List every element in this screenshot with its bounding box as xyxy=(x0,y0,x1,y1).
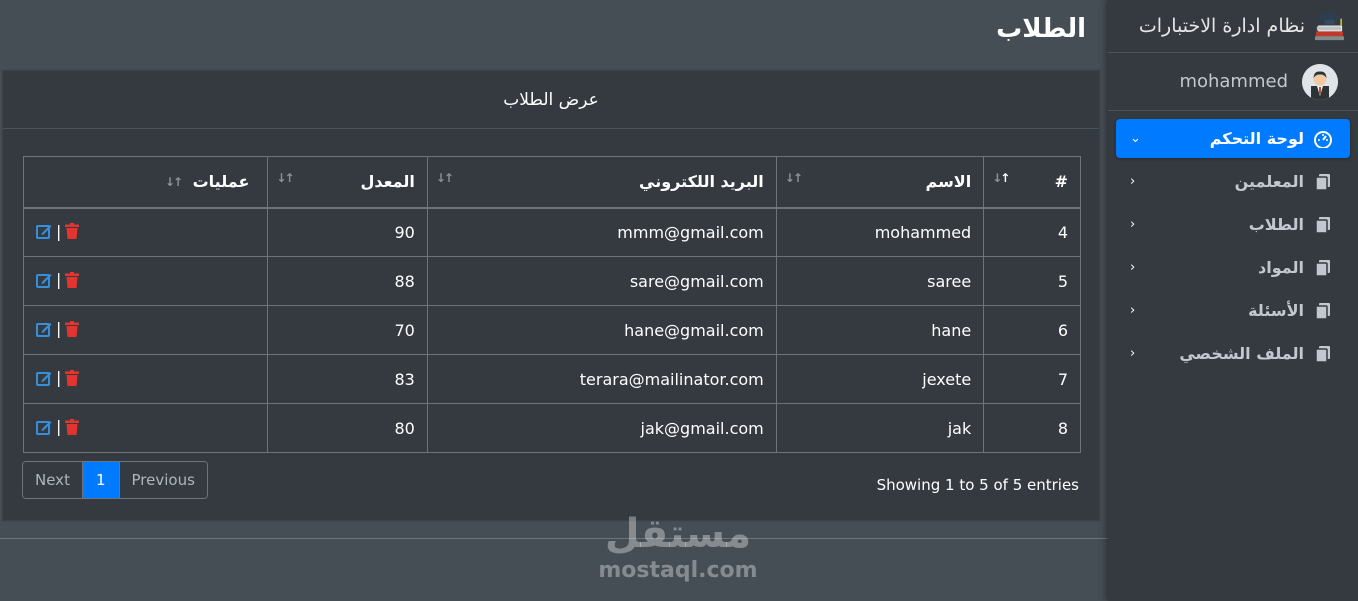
cell-id: 4 xyxy=(983,207,1081,257)
sidebar-item-subjects[interactable]: المواد ‹ xyxy=(1116,248,1350,287)
chevron-left-icon: ‹ xyxy=(1130,217,1136,232)
sidebar-item-label: الطلاب xyxy=(1248,215,1304,234)
sort-asc-icon: ↑↓ xyxy=(992,171,1010,185)
next-page-button[interactable]: Next xyxy=(23,462,83,498)
content-wrapper: الطلاب عرض الطلاب # ↑↓ الاسم ↑↓ البريد ا… xyxy=(0,0,1108,539)
separator: | xyxy=(56,368,62,388)
sort-icon: ↑↓ xyxy=(435,171,454,185)
chevron-left-icon: ‹ xyxy=(1130,260,1136,275)
copy-icon xyxy=(1314,302,1332,320)
cell-id: 8 xyxy=(983,403,1081,453)
cell-name: hane xyxy=(775,305,985,355)
edit-icon[interactable] xyxy=(36,223,52,239)
sidebar-item-profile[interactable]: الملف الشخصي ‹ xyxy=(1116,334,1350,373)
trash-icon[interactable] xyxy=(65,418,80,435)
separator: | xyxy=(56,417,62,437)
sort-icon: ↑↓ xyxy=(784,171,803,185)
cell-average: 88 xyxy=(267,256,428,306)
sort-icon: ↑↓ xyxy=(276,171,294,185)
cell-average: 70 xyxy=(267,305,428,355)
sidebar-item-questions[interactable]: الأسئلة ‹ xyxy=(1116,291,1350,330)
table-header-row: # ↑↓ الاسم ↑↓ البريد اللكتروني ↑↓ المعدل… xyxy=(22,156,1081,209)
edit-icon[interactable] xyxy=(36,321,52,337)
chevron-left-icon: ‹ xyxy=(1130,303,1136,318)
books-graduation-cap-icon xyxy=(1314,11,1345,40)
sidebar-item-label: الأسئلة xyxy=(1248,301,1304,320)
separator: | xyxy=(56,270,62,290)
cell-actions: | xyxy=(22,256,269,306)
cell-actions: | xyxy=(22,305,269,355)
sort-icon: ↑↓ xyxy=(164,175,183,190)
cell-name: mohammed xyxy=(775,207,985,257)
edit-icon[interactable] xyxy=(36,370,52,386)
watermark-latin: mostaql.com xyxy=(598,558,758,583)
brand-title: نظام ادارة الاختبارات xyxy=(1138,15,1305,37)
previous-page-button[interactable]: Previous xyxy=(119,462,207,498)
copy-icon xyxy=(1314,173,1332,191)
cell-email: hane@gmail.com xyxy=(426,305,777,355)
separator: | xyxy=(56,319,62,339)
column-header-name[interactable]: الاسم ↑↓ xyxy=(775,156,985,209)
table-row: 7 jexete terara@mailinator.com 83 | xyxy=(22,354,1081,404)
trash-icon[interactable] xyxy=(65,320,80,337)
user-name: mohammed xyxy=(1179,71,1288,92)
column-header-average[interactable]: المعدل ↑↓ xyxy=(267,156,428,209)
cell-average: 83 xyxy=(267,354,428,404)
avatar xyxy=(1302,63,1338,100)
cell-email: sare@gmail.com xyxy=(426,256,777,306)
chevron-left-icon: ‹ xyxy=(1130,174,1136,189)
sidebar-nav: لوحة التحكم ⌄ المعلمين ‹ الطلاب ‹ المواد ‹ الأسئ… xyxy=(1108,111,1358,373)
sidebar-item-label: المواد xyxy=(1258,258,1304,277)
sidebar-item-teachers[interactable]: المعلمين ‹ xyxy=(1116,162,1350,201)
dashboard-icon xyxy=(1314,130,1332,148)
cell-name: jak xyxy=(775,403,985,453)
page-title: الطلاب xyxy=(996,14,1086,44)
cell-actions: | xyxy=(22,403,269,453)
column-header-id[interactable]: # ↑↓ xyxy=(983,156,1081,209)
column-header-email[interactable]: البريد اللكتروني ↑↓ xyxy=(426,156,777,209)
page-1-button[interactable]: 1 xyxy=(82,462,120,498)
students-card: عرض الطلاب # ↑↓ الاسم ↑↓ البريد اللكترون… xyxy=(2,70,1100,521)
trash-icon[interactable] xyxy=(65,271,80,288)
sidebar-item-label: لوحة التحكم xyxy=(1209,129,1304,148)
card-title: عرض الطلاب xyxy=(3,71,1099,129)
trash-icon[interactable] xyxy=(65,369,80,386)
table-row: 8 jak jak@gmail.com 80 | xyxy=(22,403,1081,453)
cell-id: 5 xyxy=(983,256,1081,306)
cell-id: 6 xyxy=(983,305,1081,355)
sidebar: نظام ادارة الاختبارات mohammed لوحة التح… xyxy=(1108,0,1358,601)
separator: | xyxy=(56,221,62,241)
brand-link[interactable]: نظام ادارة الاختبارات xyxy=(1108,0,1358,53)
table-row: 6 hane hane@gmail.com 70 | xyxy=(22,305,1081,355)
table-row: 5 saree sare@gmail.com 88 | xyxy=(22,256,1081,306)
copy-icon xyxy=(1314,345,1332,363)
cell-email: jak@gmail.com xyxy=(426,403,777,453)
trash-icon[interactable] xyxy=(65,223,80,239)
cell-name: jexete xyxy=(775,354,985,404)
cell-name: saree xyxy=(775,256,985,306)
sidebar-item-label: المعلمين xyxy=(1234,172,1304,191)
table-row: 4 mohammed mmm@gmail.com 90 | xyxy=(22,207,1081,257)
copy-icon xyxy=(1314,216,1332,234)
students-table: # ↑↓ الاسم ↑↓ البريد اللكتروني ↑↓ المعدل… xyxy=(22,156,1081,453)
user-panel[interactable]: mohammed xyxy=(1108,53,1358,111)
pagination: Next 1 Previous xyxy=(22,461,208,499)
cell-average: 90 xyxy=(267,207,428,257)
cell-average: 80 xyxy=(267,403,428,453)
column-header-actions[interactable]: عمليات ↑↓ xyxy=(22,156,269,209)
edit-icon[interactable] xyxy=(36,419,52,435)
cell-id: 7 xyxy=(983,354,1081,404)
chevron-down-icon: ⌄ xyxy=(1130,131,1141,146)
copy-icon xyxy=(1314,259,1332,277)
cell-actions: | xyxy=(22,207,269,257)
cell-email: terara@mailinator.com xyxy=(426,354,777,404)
entries-info: Showing 1 to 5 of 5 entries xyxy=(876,476,1079,494)
chevron-left-icon: ‹ xyxy=(1130,346,1136,361)
sidebar-item-students[interactable]: الطلاب ‹ xyxy=(1116,205,1350,244)
cell-actions: | xyxy=(22,354,269,404)
sidebar-item-label: الملف الشخصي xyxy=(1179,344,1304,363)
sidebar-item-dashboard[interactable]: لوحة التحكم ⌄ xyxy=(1116,119,1350,158)
edit-icon[interactable] xyxy=(36,272,52,288)
cell-email: mmm@gmail.com xyxy=(426,207,777,257)
